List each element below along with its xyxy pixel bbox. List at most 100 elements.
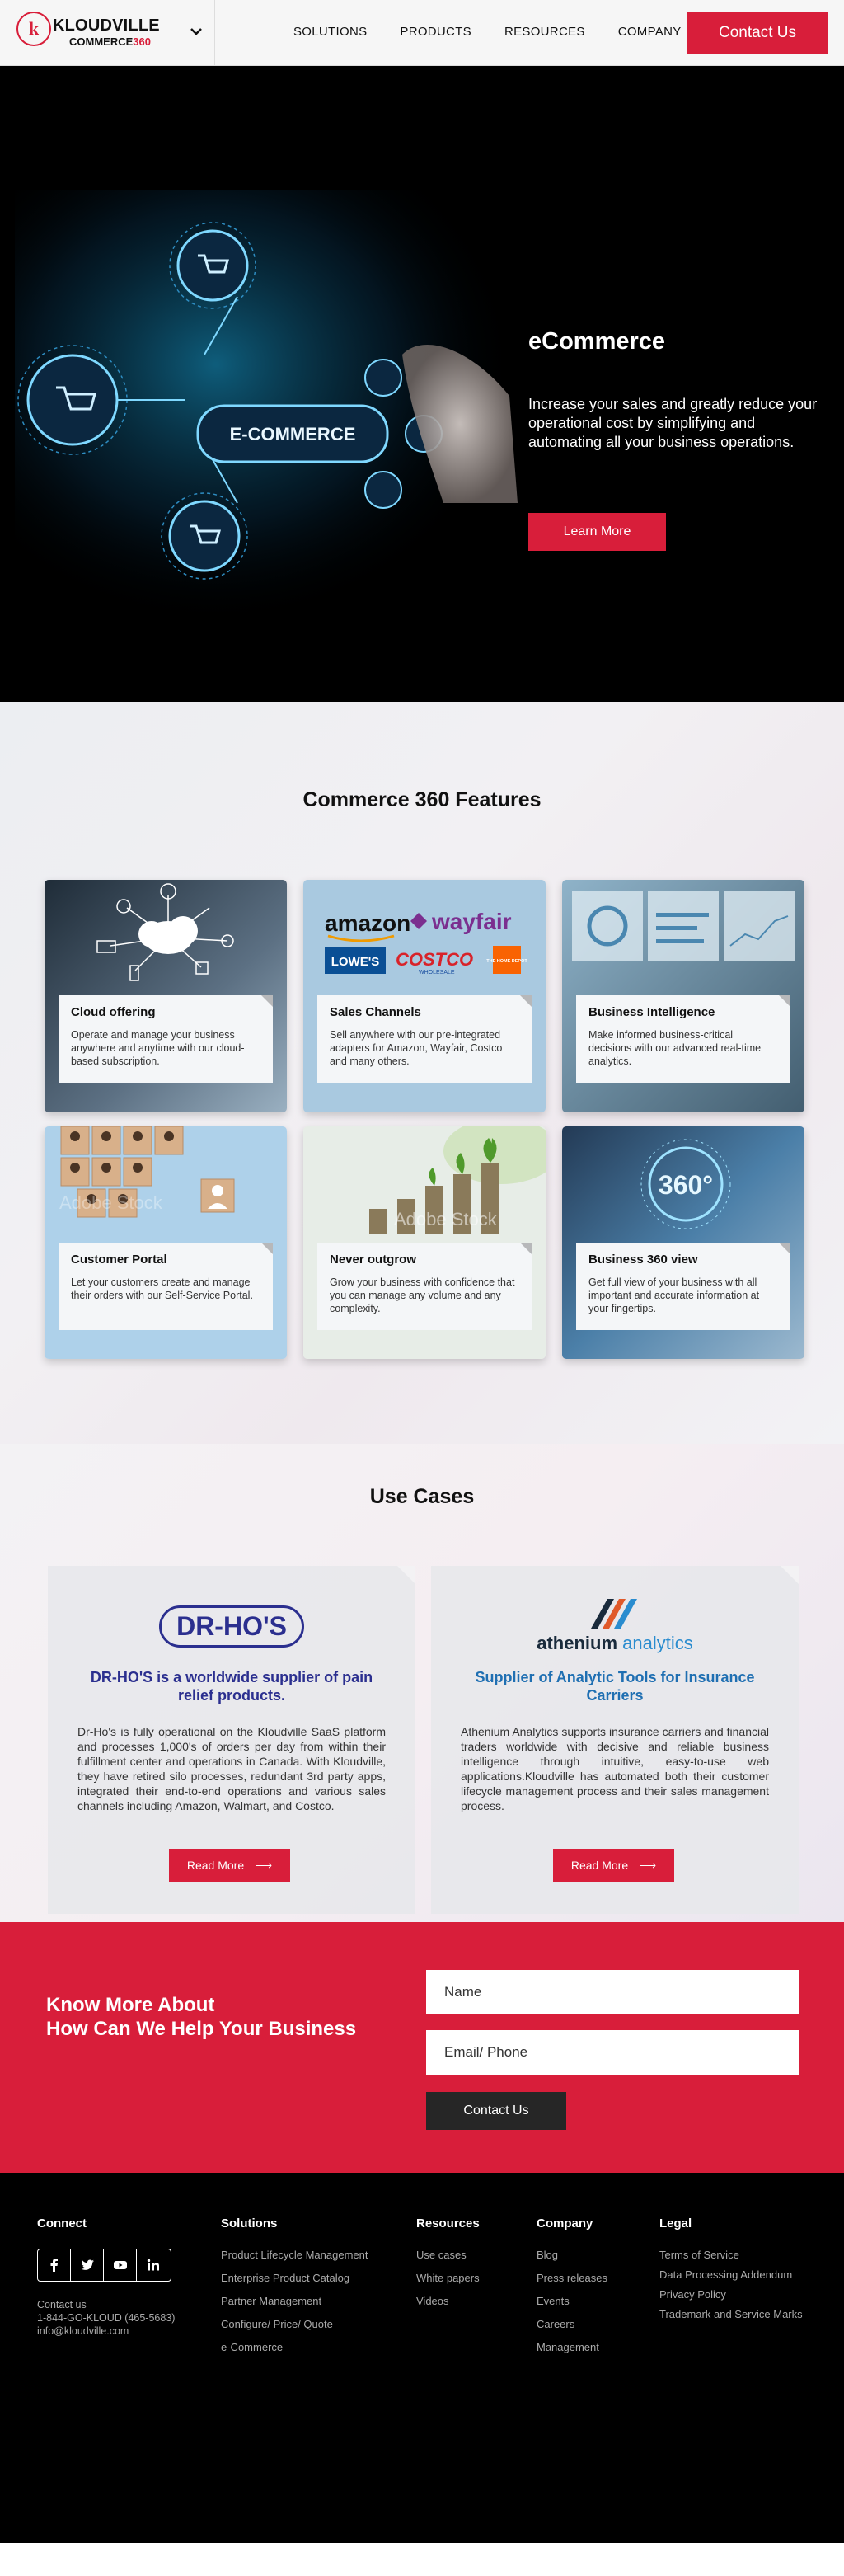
footer-link[interactable]: Data Processing Addendum (659, 2268, 803, 2281)
footer-link[interactable]: Use cases (416, 2249, 480, 2261)
feature-title: Business Intelligence (588, 1005, 715, 1019)
use-case-body: Athenium Analytics supports insurance ca… (461, 1725, 769, 1812)
feature-panel: Business 360 view Get full view of your … (576, 1243, 790, 1330)
feature-card-business-intelligence[interactable]: Business Intelligence Make informed busi… (562, 880, 804, 1112)
features-section: Commerce 360 Features Cloud offering Ope… (0, 702, 844, 1444)
feature-text: Get full view of your business with all … (588, 1276, 760, 1314)
footer-link[interactable]: Privacy Policy (659, 2288, 803, 2301)
facebook-icon[interactable] (38, 2249, 71, 2281)
hero-banner: E-COMMERCE eCommerce Increase your sales… (0, 66, 844, 702)
learn-more-button[interactable]: Learn More (528, 513, 666, 551)
lowes-logo: LOWE'S (331, 955, 380, 969)
feature-title: Business 360 view (588, 1253, 698, 1267)
feature-card-customer-portal[interactable]: Adobe Stock Customer Portal Let your cus… (45, 1126, 287, 1359)
athenium-mark-icon (591, 1599, 637, 1629)
feature-panel: Sales Channels Sell anywhere with our pr… (317, 995, 532, 1083)
feature-text: Sell anywhere with our pre-integrated ad… (330, 1029, 503, 1067)
hero-ecommerce-label: E-COMMERCE (230, 424, 356, 444)
footer-resources: Resources Use cases White papers Videos (416, 2216, 480, 2318)
use-case-card-athenium: athenium analytics Supplier of Analytic … (431, 1566, 799, 1914)
email-phone-field[interactable] (426, 2030, 799, 2075)
feature-card-cloud[interactable]: Cloud offering Operate and manage your b… (45, 880, 287, 1112)
feature-text: Operate and manage your business anywher… (71, 1029, 245, 1067)
youtube-icon[interactable] (104, 2249, 137, 2281)
linkedin-icon[interactable] (137, 2249, 170, 2281)
footer-link[interactable]: Press releases (537, 2272, 607, 2284)
logo[interactable]: k KLOUDVILLE COMMERCE360 (0, 0, 215, 66)
help-heading: Know More About How Can We Help Your Bus… (46, 1994, 357, 2040)
footer-legal: Legal Terms of Service Data Processing A… (659, 2216, 803, 2328)
use-case-body: Dr-Ho's is fully operational on the Klou… (77, 1725, 386, 1812)
twitter-icon[interactable] (71, 2249, 104, 2281)
feature-card-business-360[interactable]: 360° Business 360 view Get full view of … (562, 1126, 804, 1359)
chevron-down-icon[interactable] (188, 23, 204, 40)
footer-company: Company Blog Press releases Events Caree… (537, 2216, 607, 2364)
footer-link[interactable]: Videos (416, 2295, 480, 2307)
feature-panel: Business Intelligence Make informed busi… (576, 995, 790, 1083)
feature-title: Cloud offering (71, 1005, 156, 1019)
footer-link[interactable]: Careers (537, 2318, 607, 2330)
athenium-logo: athenium analytics (431, 1594, 799, 1654)
footer-heading: Company (537, 2216, 593, 2230)
feature-card-sales-channels[interactable]: amazon wayfair LOWE'S COSTCO WHOLESALE T… (303, 880, 546, 1112)
name-field[interactable] (426, 1970, 799, 2014)
home-depot-logo: THE HOME DEPOT (486, 959, 528, 964)
footer-link[interactable]: Enterprise Product Catalog (221, 2272, 368, 2284)
stock-watermark: Adobe Stock (394, 1209, 498, 1229)
footer-link[interactable]: Trademark and Service Marks (659, 2308, 803, 2320)
footer-link[interactable]: Blog (537, 2249, 607, 2261)
site-header: k KLOUDVILLE COMMERCE360 SOLUTIONS PRODU… (0, 0, 844, 66)
feature-panel: Never outgrow Grow your business with co… (317, 1243, 532, 1330)
footer-link[interactable]: Events (537, 2295, 607, 2307)
use-case-card-drhos: DR-HO'S DR-HO'S is a worldwide supplier … (48, 1566, 415, 1914)
nav-solutions[interactable]: SOLUTIONS (293, 25, 367, 39)
logo-wordmark: KLOUDVILLE (53, 16, 160, 35)
drhos-logo: DR-HO'S (48, 1605, 415, 1648)
footer-link[interactable]: e-Commerce (221, 2341, 368, 2353)
site-footer: Connect Contact us 1-844-GO-KLOUD (465-5… (0, 2173, 844, 2543)
contact-us-button[interactable]: Contact Us (687, 12, 828, 54)
feature-panel: Cloud offering Operate and manage your b… (59, 995, 273, 1083)
main-nav: SOLUTIONS PRODUCTS RESOURCES COMPANY (293, 25, 715, 39)
costco-logo: COSTCO (396, 949, 473, 970)
footer-link[interactable]: Management (537, 2341, 607, 2353)
nav-resources[interactable]: RESOURCES (504, 25, 585, 39)
ecommerce-hero-image: E-COMMERCE (15, 190, 518, 627)
social-links (37, 2249, 171, 2282)
read-more-button[interactable]: Read More ⟶ (553, 1849, 674, 1882)
read-more-button[interactable]: Read More ⟶ (169, 1849, 290, 1882)
feature-text: Make informed business-critical decision… (588, 1029, 762, 1067)
form-contact-us-button[interactable]: Contact Us (426, 2092, 566, 2130)
contact-email[interactable]: info@kloudville.com (37, 2325, 175, 2338)
feature-title: Customer Portal (71, 1253, 167, 1267)
wayfair-logo: wayfair (431, 909, 512, 934)
footer-link[interactable]: Configure/ Price/ Quote (221, 2318, 368, 2330)
use-cases-section: Use Cases DR-HO'S DR-HO'S is a worldwide… (0, 1444, 844, 1922)
feature-card-never-outgrow[interactable]: Adobe Stock Never outgrow Grow your busi… (303, 1126, 546, 1359)
contact-form-section: Know More About How Can We Help Your Bus… (0, 1922, 844, 2173)
feature-panel: Customer Portal Let your customers creat… (59, 1243, 273, 1330)
footer-link[interactable]: White papers (416, 2272, 480, 2284)
footer-contact-info: Contact us 1-844-GO-KLOUD (465-5683) inf… (37, 2298, 175, 2338)
feature-title: Never outgrow (330, 1253, 417, 1267)
features-title: Commerce 360 Features (302, 788, 542, 811)
footer-link[interactable]: Terms of Service (659, 2249, 803, 2261)
nav-company[interactable]: COMPANY (618, 25, 682, 39)
footer-link[interactable]: Product Lifecycle Management (221, 2249, 368, 2261)
contact-label: Contact us (37, 2299, 87, 2310)
costco-wholesale-text: WHOLESALE (419, 970, 455, 975)
feature-text: Let your customers create and manage the… (71, 1276, 253, 1301)
feature-title: Sales Channels (330, 1005, 421, 1019)
use-cases-title: Use Cases (369, 1485, 475, 1508)
footer-solutions: Solutions Product Lifecycle Management E… (221, 2216, 368, 2364)
label-360: 360° (659, 1170, 713, 1200)
nav-products[interactable]: PRODUCTS (400, 25, 471, 39)
arrow-right-icon: ⟶ (256, 1858, 273, 1872)
footer-link[interactable]: Partner Management (221, 2295, 368, 2307)
contact-phone[interactable]: 1-844-GO-KLOUD (465-5683) (37, 2311, 175, 2325)
footer-heading: Resources (416, 2216, 480, 2230)
logo-subtitle: COMMERCE360 (69, 35, 151, 48)
footer-heading: Legal (659, 2216, 692, 2230)
use-case-headline: Supplier of Analytic Tools for Insurance… (475, 1669, 755, 1704)
hero-title: eCommerce (528, 328, 666, 355)
